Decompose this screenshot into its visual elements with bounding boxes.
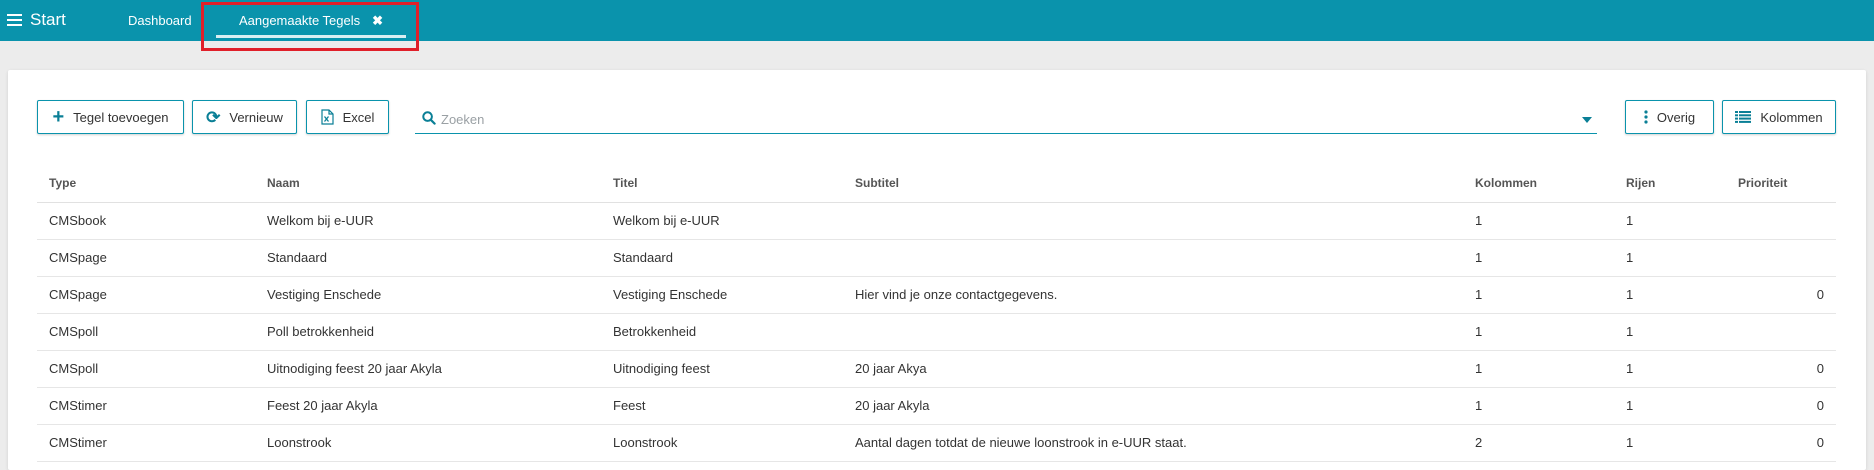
cell-titel: Loonstrook bbox=[601, 424, 843, 462]
cell-titel: Standaard bbox=[601, 239, 843, 277]
cell-prioriteit: 0 bbox=[1726, 350, 1836, 388]
cell-kolommen: 1 bbox=[1463, 313, 1614, 351]
cell-rijen: 1 bbox=[1614, 202, 1726, 240]
cell-rijen: 1 bbox=[1614, 424, 1726, 462]
cell-naam: Vestiging Enschede bbox=[255, 276, 601, 314]
columns-button[interactable]: Kolommen bbox=[1722, 100, 1836, 134]
cell-rijen: 1 bbox=[1614, 276, 1726, 314]
cell-kolommen: 1 bbox=[1463, 350, 1614, 388]
column-header-titel[interactable]: Titel bbox=[601, 165, 843, 203]
search-dropdown-caret-icon[interactable] bbox=[1582, 117, 1592, 123]
cell-subtitel: 20 jaar Akyla bbox=[843, 387, 1463, 425]
cell-subtitel: 20 jaar Akya bbox=[843, 350, 1463, 388]
plus-icon: + bbox=[52, 106, 65, 128]
cell-kolommen: 1 bbox=[1463, 202, 1614, 240]
excel-export-button[interactable]: Excel bbox=[306, 100, 389, 134]
table-row[interactable]: CMSpage Vestiging Enschede Vestiging Ens… bbox=[37, 276, 1836, 314]
cell-rijen: 1 bbox=[1614, 239, 1726, 277]
cell-prioriteit bbox=[1726, 313, 1836, 351]
cell-titel: Welkom bij e-UUR bbox=[601, 202, 843, 240]
cell-prioriteit: 0 bbox=[1726, 424, 1836, 462]
cell-naam: Loonstrook bbox=[255, 424, 601, 462]
cell-type: CMSpage bbox=[37, 276, 255, 314]
table-header-row: Type Naam Titel Subtitel Kolommen Rijen … bbox=[37, 165, 1836, 203]
more-options-label: Overig bbox=[1656, 109, 1696, 125]
cell-kolommen: 1 bbox=[1463, 276, 1614, 314]
tiles-table: Type Naam Titel Subtitel Kolommen Rijen … bbox=[37, 165, 1836, 462]
table-row[interactable]: CMSbook Welkom bij e-UUR Welkom bij e-UU… bbox=[37, 202, 1836, 240]
cell-subtitel bbox=[843, 313, 1463, 351]
cell-type: CMSpage bbox=[37, 239, 255, 277]
cell-subtitel bbox=[843, 239, 1463, 277]
cell-naam: Poll betrokkenheid bbox=[255, 313, 601, 351]
table-row[interactable]: CMStimer Loonstrook Loonstrook Aantal da… bbox=[37, 424, 1836, 462]
more-options-button[interactable]: Overig bbox=[1625, 100, 1714, 134]
add-tile-button[interactable]: + Tegel toevoegen bbox=[37, 100, 184, 134]
excel-file-icon bbox=[320, 109, 334, 125]
top-navigation-bar: Start Dashboard Aangemaakte Tegels ✖ bbox=[0, 0, 1874, 41]
tab-aangemaakte-tegels[interactable]: Aangemaakte Tegels ✖ bbox=[214, 0, 408, 41]
cell-kolommen: 2 bbox=[1463, 424, 1614, 462]
columns-label: Kolommen bbox=[1760, 109, 1823, 125]
search-icon bbox=[422, 111, 436, 128]
search-input[interactable] bbox=[441, 108, 1561, 130]
cell-prioriteit: 0 bbox=[1726, 276, 1836, 314]
close-tab-icon[interactable]: ✖ bbox=[372, 13, 383, 29]
cell-type: CMStimer bbox=[37, 424, 255, 462]
cell-titel: Betrokkenheid bbox=[601, 313, 843, 351]
cell-titel: Vestiging Enschede bbox=[601, 276, 843, 314]
table-row[interactable]: CMStimer Feest 20 jaar Akyla Feest 20 ja… bbox=[37, 387, 1836, 425]
column-header-subtitel[interactable]: Subtitel bbox=[843, 165, 1463, 203]
cell-naam: Standaard bbox=[255, 239, 601, 277]
cell-subtitel: Aantal dagen totdat de nieuwe loonstrook… bbox=[843, 424, 1463, 462]
column-header-prioriteit[interactable]: Prioriteit bbox=[1726, 165, 1836, 203]
cell-type: CMStimer bbox=[37, 387, 255, 425]
active-tab-indicator bbox=[216, 35, 406, 38]
add-tile-label: Tegel toevoegen bbox=[73, 109, 169, 125]
refresh-button[interactable]: ⟳ Vernieuw bbox=[192, 100, 297, 134]
cell-rijen: 1 bbox=[1614, 350, 1726, 388]
main-menu-button[interactable]: Start bbox=[7, 8, 66, 32]
table-row[interactable]: CMSpoll Poll betrokkenheid Betrokkenheid… bbox=[37, 313, 1836, 351]
refresh-label: Vernieuw bbox=[229, 109, 283, 125]
cell-titel: Feest bbox=[601, 387, 843, 425]
hamburger-menu-icon bbox=[7, 14, 22, 26]
cell-prioriteit: 0 bbox=[1726, 387, 1836, 425]
cell-naam: Welkom bij e-UUR bbox=[255, 202, 601, 240]
tiles-panel: + Tegel toevoegen ⟳ Vernieuw Excel Overi… bbox=[8, 70, 1866, 470]
cell-type: CMSpoll bbox=[37, 313, 255, 351]
cell-type: CMSpoll bbox=[37, 350, 255, 388]
cell-prioriteit bbox=[1726, 202, 1836, 240]
tab-dashboard-label: Dashboard bbox=[128, 13, 192, 28]
excel-label: Excel bbox=[342, 109, 375, 125]
start-label: Start bbox=[30, 10, 66, 29]
column-header-kolommen[interactable]: Kolommen bbox=[1463, 165, 1614, 203]
table-row[interactable]: CMSpage Standaard Standaard 1 1 bbox=[37, 239, 1836, 277]
column-header-rijen[interactable]: Rijen bbox=[1614, 165, 1726, 203]
cell-prioriteit bbox=[1726, 239, 1836, 277]
column-header-naam[interactable]: Naam bbox=[255, 165, 601, 203]
cell-type: CMSbook bbox=[37, 202, 255, 240]
cell-rijen: 1 bbox=[1614, 313, 1726, 351]
cell-naam: Uitnodiging feest 20 jaar Akyla bbox=[255, 350, 601, 388]
table-row[interactable]: CMSpoll Uitnodiging feest 20 jaar Akyla … bbox=[37, 350, 1836, 388]
cell-kolommen: 1 bbox=[1463, 387, 1614, 425]
cell-titel: Uitnodiging feest bbox=[601, 350, 843, 388]
cell-naam: Feest 20 jaar Akyla bbox=[255, 387, 601, 425]
tab-dashboard[interactable]: Dashboard bbox=[128, 0, 192, 41]
cell-subtitel: Hier vind je onze contactgegevens. bbox=[843, 276, 1463, 314]
search-bar bbox=[415, 104, 1597, 134]
cell-rijen: 1 bbox=[1614, 387, 1726, 425]
refresh-icon: ⟳ bbox=[206, 107, 221, 127]
cell-subtitel bbox=[843, 202, 1463, 240]
vertical-ellipsis-icon bbox=[1644, 110, 1648, 124]
cell-kolommen: 1 bbox=[1463, 239, 1614, 277]
column-header-type[interactable]: Type bbox=[37, 165, 255, 203]
tab-aangemaakte-tegels-label: Aangemaakte Tegels bbox=[238, 13, 361, 28]
list-columns-icon bbox=[1735, 111, 1752, 123]
